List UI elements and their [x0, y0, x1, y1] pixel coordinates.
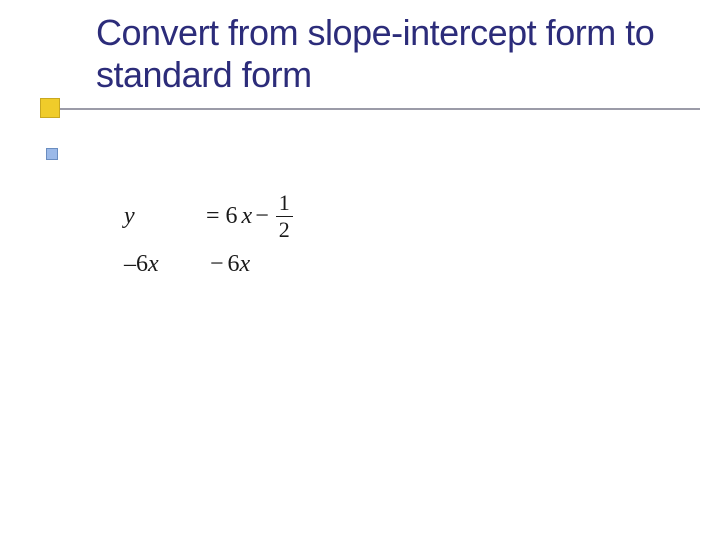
right-var-x: x	[240, 251, 251, 278]
math-block: y = 6x − 1 2 –6x −6x	[124, 186, 293, 280]
right-sign: −	[210, 251, 224, 278]
title-bullet-icon	[40, 98, 60, 118]
fraction-denominator: 2	[276, 217, 293, 241]
equation-row-2: –6x −6x	[124, 248, 293, 280]
coef-6: 6	[226, 203, 238, 230]
left-sign: –	[124, 251, 136, 278]
left-var-x: x	[148, 251, 159, 278]
fraction-numerator: 1	[276, 192, 293, 216]
var-x: x	[242, 203, 253, 230]
fraction-one-half: 1 2	[276, 192, 293, 241]
title-underline	[52, 108, 700, 110]
var-y: y	[124, 203, 135, 230]
equals-sign: =	[206, 203, 220, 230]
slide-title: Convert from slope-intercept form to sta…	[96, 12, 680, 97]
left-coef: 6	[136, 251, 148, 278]
equation-row-1: y = 6x − 1 2	[124, 186, 293, 246]
minus-sign: −	[255, 203, 269, 230]
right-coef: 6	[228, 251, 240, 278]
body-bullet-icon	[46, 148, 58, 160]
